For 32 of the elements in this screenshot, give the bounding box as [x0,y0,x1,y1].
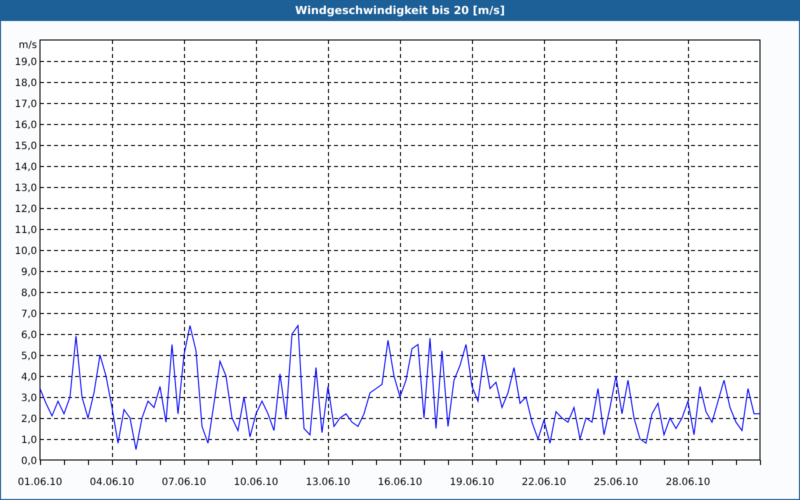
x-tick-label: 04.06.10 [90,477,134,488]
y-axis-unit: m/s [18,40,37,51]
y-tick-label: 8,0 [21,288,37,299]
y-tick-label: 4,0 [21,372,37,383]
y-tick-label: 15,0 [14,141,37,152]
window-title: Windgeschwindigkeit bis 20 [m/s] [1,1,799,21]
x-tick-label: 07.06.10 [162,477,206,488]
y-tick-label: 16,0 [14,120,37,131]
x-tick-label: 25.06.10 [594,477,638,488]
x-tick-label: 19.06.10 [450,477,494,488]
y-tick-label: 3,0 [21,393,37,404]
y-tick-label: 10,0 [14,246,37,257]
y-tick-label: 19,0 [14,57,37,68]
y-tick-label: 18,0 [14,78,37,89]
x-tick-label: 10.06.10 [234,477,278,488]
y-tick-label: 6,0 [21,330,37,341]
y-tick-label: 17,0 [14,99,37,110]
y-tick-label: 0,0 [21,456,37,467]
y-tick-label: 12,0 [14,204,37,215]
y-tick-label: 11,0 [14,225,37,236]
y-tick-label: 9,0 [21,267,37,278]
x-tick-label: 28.06.10 [666,477,710,488]
y-tick-label: 13,0 [14,183,37,194]
x-tick-label: 16.06.10 [378,477,422,488]
y-tick-label: 14,0 [14,162,37,173]
y-tick-label: 2,0 [21,414,37,425]
y-tick-label: 1,0 [21,435,37,446]
x-tick-label: 22.06.10 [522,477,566,488]
y-tick-label: 5,0 [21,351,37,362]
x-tick-label: 01.06.10 [18,477,62,488]
y-tick-label: 7,0 [21,309,37,320]
x-tick-label: 13.06.10 [306,477,350,488]
